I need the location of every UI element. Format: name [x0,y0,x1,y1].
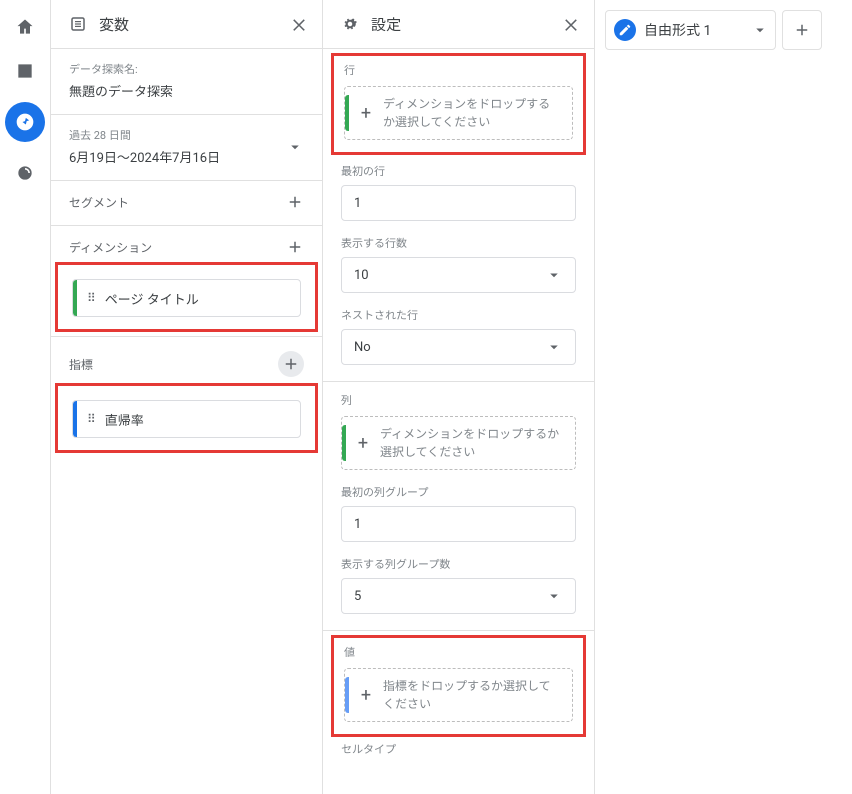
segments-label: セグメント [69,194,129,211]
rows-dropzone[interactable]: + ディメンションをドロップするか選択してください [344,86,573,140]
plus-icon: + [346,433,380,454]
canvas-area: 自由形式 1 [594,0,852,794]
variables-title: 変数 [99,14,290,35]
nested-rows-select[interactable]: No [341,329,576,365]
first-col-input[interactable]: 1 [341,506,576,542]
dimensions-label: ディメンション [69,239,152,256]
show-rows-label: 表示する行数 [341,235,576,251]
variables-panel: 変数 データ探索名: 無題のデータ探索 過去 28 日間 6月19日～2024年… [50,0,322,794]
add-tab-button[interactable] [782,10,822,50]
nav-explore[interactable] [5,102,45,142]
gear-icon [341,15,359,33]
settings-panel: 設定 行 + ディメンションをドロップするか選択してください 最初の行 1 表示… [322,0,594,794]
dropdown-arrow-icon [286,138,304,156]
first-row-label: 最初の行 [341,163,576,179]
pencil-icon [614,19,636,41]
date-range-section[interactable]: 過去 28 日間 6月19日～2024年7月16日 [51,115,322,181]
variables-icon [69,15,87,33]
settings-header: 設定 [323,0,594,48]
date-range-label: 過去 28 日間 [69,127,286,143]
add-metric-button[interactable] [278,351,304,377]
add-segment-button[interactable] [286,193,304,211]
nested-rows-label: ネストされた行 [341,307,576,323]
metric-chip-bounce-rate[interactable]: ⠿ 直帰率 [72,400,301,438]
dimensions-section: ディメンション ⠿ ページ タイトル [51,226,322,337]
first-col-label: 最初の列グループ [341,484,576,500]
dropdown-arrow-icon [545,587,563,605]
left-nav-rail [0,0,50,794]
exploration-name-section[interactable]: データ探索名: 無題のデータ探索 [51,49,322,115]
celltype-label: セルタイプ [341,741,576,757]
columns-label: 列 [341,392,576,408]
nav-advertising[interactable] [12,160,38,186]
settings-title: 設定 [371,14,562,35]
dropdown-arrow-icon [751,21,769,39]
dropdown-arrow-icon [545,338,563,356]
values-drop-text: 指標をドロップするか選択してください [383,677,562,713]
close-settings-icon[interactable] [562,15,580,33]
first-row-input[interactable]: 1 [341,185,576,221]
dropdown-arrow-icon [545,266,563,284]
add-dimension-button[interactable] [286,238,304,256]
metrics-section: 指標 ⠿ 直帰率 [51,337,322,467]
columns-section: 列 + ディメンションをドロップするか選択してください 最初の列グループ 1 表… [323,382,594,631]
tab-freeform-1[interactable]: 自由形式 1 [605,10,776,50]
values-label: 値 [344,644,573,660]
drag-handle-icon: ⠿ [87,291,97,305]
date-range-value: 6月19日～2024年7月16日 [69,147,286,166]
dimension-chip-label: ページ タイトル [105,289,199,308]
nav-home[interactable] [12,14,38,40]
plus-icon: + [349,685,383,706]
rows-section: 行 + ディメンションをドロップするか選択してください 最初の行 1 表示する行… [323,49,594,382]
drag-handle-icon: ⠿ [87,412,97,426]
show-cols-label: 表示する列グループ数 [341,556,576,572]
columns-drop-text: ディメンションをドロップするか選択してください [380,425,565,461]
metrics-label: 指標 [69,356,93,373]
show-cols-select[interactable]: 5 [341,578,576,614]
values-dropzone[interactable]: + 指標をドロップするか選択してください [344,668,573,722]
values-section: 値 + 指標をドロップするか選択してください セルタイプ [323,631,594,779]
nav-reports[interactable] [12,58,38,84]
rows-drop-text: ディメンションをドロップするか選択してください [383,95,562,131]
metric-chip-label: 直帰率 [105,410,144,429]
variables-header: 変数 [51,0,322,48]
plus-icon: + [349,103,383,124]
exploration-name-value: 無題のデータ探索 [69,81,304,100]
close-variables-icon[interactable] [290,15,308,33]
tab-label: 自由形式 1 [644,20,711,40]
columns-dropzone[interactable]: + ディメンションをドロップするか選択してください [341,416,576,470]
exploration-name-label: データ探索名: [69,61,304,77]
segments-section: セグメント [51,181,322,226]
show-rows-select[interactable]: 10 [341,257,576,293]
rows-label: 行 [344,62,573,78]
dimension-chip-page-title[interactable]: ⠿ ページ タイトル [72,279,301,317]
